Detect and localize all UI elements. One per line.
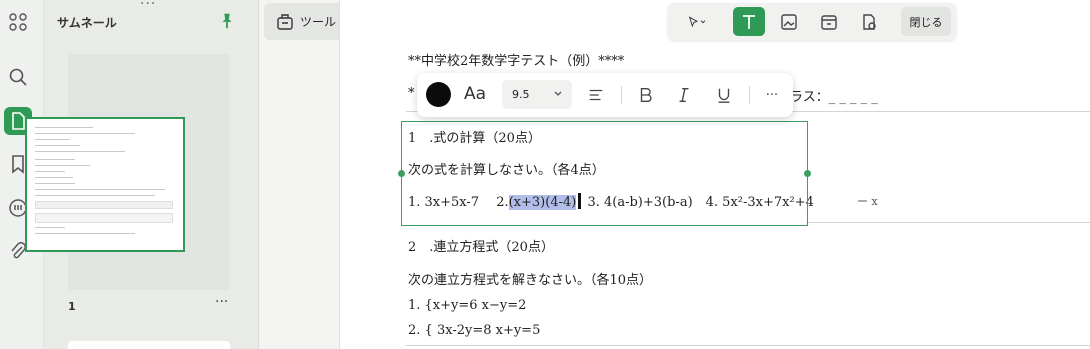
thumbnail-next-page[interactable] [68, 341, 230, 349]
bold-icon [640, 88, 652, 102]
drag-handle-icon[interactable]: ··· [140, 0, 156, 12]
thumbnail-panel-title: サムネール [57, 16, 117, 30]
equation-1: 1. {x+y=6 x−y=2 [408, 298, 527, 313]
separator [406, 345, 1090, 346]
select-tool-button[interactable] [674, 7, 720, 36]
thumbnail-more-button[interactable]: ··· [215, 294, 228, 310]
search-icon[interactable] [4, 63, 32, 91]
thumbnail-page[interactable] [25, 117, 185, 252]
more-options-button[interactable]: ··· [761, 84, 783, 106]
font-button[interactable]: Aa [464, 84, 486, 104]
toolbox-icon [277, 13, 293, 30]
resize-handle-left[interactable] [398, 170, 405, 177]
equation-2: 2. { 3x-2y=8 x+y=5 [408, 323, 541, 338]
underline-button[interactable] [713, 84, 735, 106]
section2-title: 2 .連立方程式（20点） [408, 240, 554, 255]
image-tool-button[interactable] [773, 7, 805, 36]
align-button[interactable] [585, 84, 607, 106]
close-button[interactable]: 閉じる [901, 7, 951, 36]
text-format-toolbar: Aa 9.5 ··· [417, 73, 793, 117]
tools-button[interactable]: ツール [264, 3, 347, 40]
font-size-value: 9.5 [512, 88, 530, 101]
pin-icon[interactable] [218, 12, 236, 30]
divider [621, 86, 622, 104]
divider [749, 86, 750, 104]
text-color-button[interactable] [426, 82, 451, 107]
thumbnail-page-number: 1 [68, 300, 76, 313]
stamp-tool-button[interactable] [853, 7, 885, 36]
doc-title: **中学校2年数学字テスト（例）**** [408, 54, 625, 69]
link-tool-button[interactable] [813, 7, 845, 36]
edit-toolbar: 閉じる [668, 3, 956, 40]
apps-icon[interactable] [4, 8, 32, 36]
text-tool-button[interactable] [733, 7, 765, 36]
italic-icon [679, 88, 689, 102]
resize-handle-right[interactable] [804, 170, 811, 177]
font-size-select[interactable]: 9.5 [502, 80, 572, 109]
chevron-down-icon [554, 91, 562, 96]
separator [806, 222, 1090, 223]
underline-icon [718, 88, 730, 103]
text-box-selection[interactable] [401, 121, 808, 226]
stray-mark: ー x [857, 195, 878, 208]
italic-button[interactable] [673, 84, 695, 106]
doc-class-prefix: * [408, 86, 415, 101]
bold-button[interactable] [635, 84, 657, 106]
align-left-icon [589, 89, 603, 101]
section2-instruction: 次の連立方程式を解きなさい。（各10点） [408, 273, 653, 288]
tools-button-label: ツール [299, 15, 336, 29]
doc-class-line: ラス：_ _ _ _ _ [790, 90, 878, 105]
